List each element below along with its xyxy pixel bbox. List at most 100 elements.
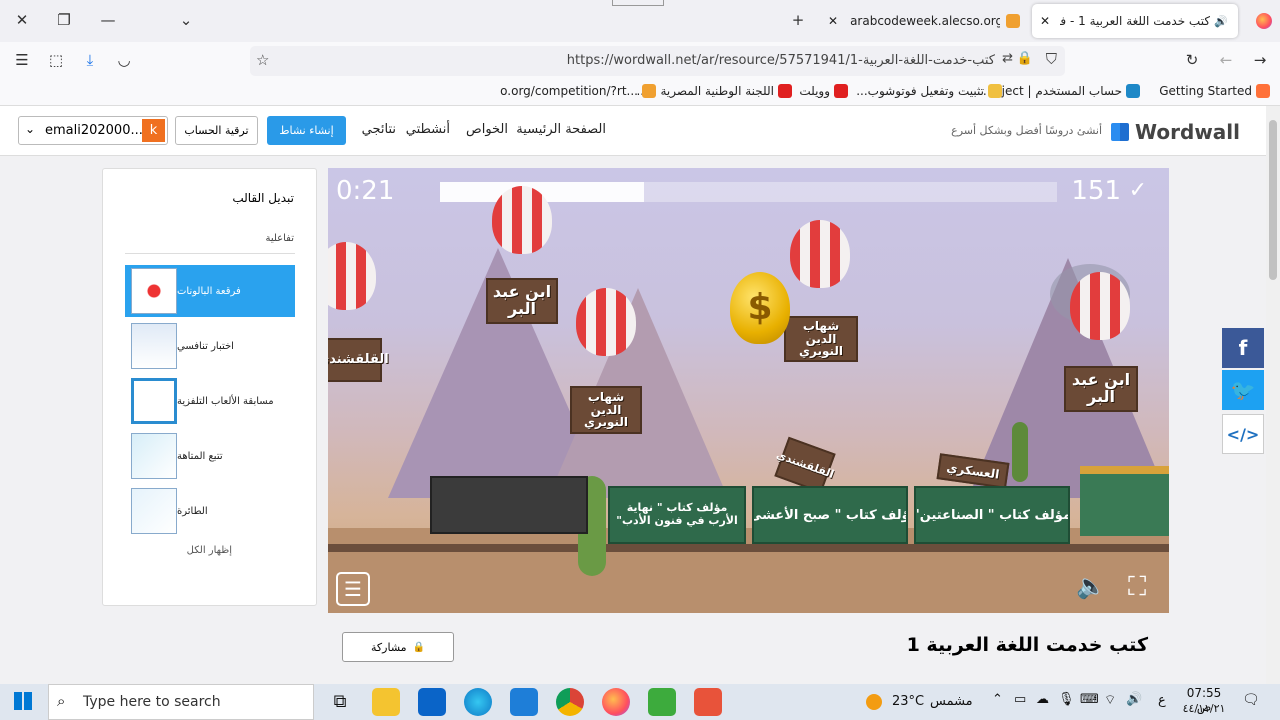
balloon[interactable] — [576, 288, 636, 356]
permissions-icon[interactable]: ⇄ — [1002, 51, 1013, 66]
edge-icon[interactable] — [464, 688, 492, 716]
store-icon[interactable] — [510, 688, 538, 716]
train-car[interactable]: مؤلف كتاب " صبح الأعشى" — [752, 486, 908, 544]
pocket-icon[interactable]: ◡ — [110, 46, 138, 74]
back-icon[interactable]: → — [1246, 46, 1274, 74]
bookmark-item[interactable]: وويلت — [799, 84, 848, 98]
task-view-icon[interactable]: ⧉ — [326, 688, 354, 716]
balloon[interactable] — [328, 242, 376, 310]
language-indicator[interactable]: ع — [1158, 693, 1166, 708]
scroll-thumb[interactable] — [1269, 120, 1277, 280]
balloon[interactable] — [492, 186, 552, 254]
temperature: 23°C — [892, 694, 925, 709]
create-activity-button[interactable]: إنشاء نشاط — [267, 116, 346, 145]
nav-my-results[interactable]: نتائجي — [362, 122, 396, 137]
wordwall-logo[interactable]: Wordwall — [1105, 120, 1240, 144]
mail-icon[interactable] — [418, 688, 446, 716]
balloon[interactable] — [1070, 272, 1130, 340]
bookmarks-bar: Getting Started حساب المستخدم | oject...… — [0, 80, 1280, 106]
game-stage[interactable]: 0:21 151 ✓ ابن عبد البر القلقشندي شهاب ا… — [328, 168, 1169, 613]
cactus — [1012, 422, 1028, 482]
word-crate[interactable]: ابن عبد البر — [1064, 366, 1138, 412]
notifications-icon[interactable]: 🗨 — [1242, 692, 1260, 708]
forward-icon[interactable]: ← — [1212, 46, 1240, 74]
volume-icon[interactable]: 🔊 — [1126, 692, 1142, 707]
clock-date[interactable]: ٤٤/١١/٢١ — [1180, 702, 1228, 715]
camtasia-icon[interactable] — [648, 688, 676, 716]
train-car[interactable]: مؤلف كتاب " الصناعتين" — [914, 486, 1070, 544]
word-crate[interactable]: شهاب الدين النويري — [570, 386, 642, 434]
tab-wordwall[interactable]: ✕ كتب خدمت اللغة العربية 1 - فرقعة 🔊 — [1032, 4, 1238, 38]
url-text[interactable]: https://wordwall.net/ar/resource/5757194… — [567, 53, 995, 68]
close-window-icon[interactable]: ✕ — [8, 6, 36, 34]
falling-crate: القلقشندي — [774, 436, 836, 494]
bookmark-item[interactable]: o.org/competition/?rt... — [500, 84, 656, 98]
user-menu[interactable]: ⌄ emali202000... k — [18, 116, 168, 145]
show-all-link[interactable]: إظهار الكل — [187, 545, 232, 556]
minimize-window-icon[interactable]: — — [94, 6, 122, 34]
tab-close-icon[interactable]: ✕ — [1040, 14, 1050, 28]
word-crate[interactable]: القلقشندي — [328, 338, 389, 382]
start-icon[interactable] — [14, 692, 32, 710]
game-menu-icon[interactable]: ☰ — [336, 572, 370, 606]
speaker-icon[interactable]: 🔊 — [1214, 15, 1228, 28]
url-bar[interactable]: ☆ https://wordwall.net/ar/resource/57571… — [250, 46, 1065, 76]
input-icon[interactable]: ⌨ — [1080, 692, 1099, 707]
bookmark-star-icon[interactable]: ☆ — [256, 51, 269, 69]
reload-icon[interactable]: ↻ — [1178, 46, 1206, 74]
sound-icon[interactable]: 🔈 — [1076, 572, 1106, 600]
template-airplane[interactable]: الطائرة — [125, 485, 295, 537]
nav-my-activities[interactable]: أنشطتي — [406, 122, 450, 137]
panel-title: تبديل القالب — [232, 191, 294, 205]
scrollbar[interactable] — [1266, 106, 1280, 684]
microphone-icon[interactable]: 🎙 — [1058, 692, 1075, 707]
template-balloon-pop[interactable]: فرقعة البالونات — [125, 265, 295, 317]
balloon[interactable] — [790, 220, 850, 288]
list-tabs-icon[interactable]: ⌄ — [172, 6, 200, 34]
coin-balloon-icon[interactable]: $ — [730, 272, 790, 344]
battery-icon[interactable]: ▭ — [1014, 692, 1026, 707]
template-quiz[interactable]: اختبار تنافسي — [125, 320, 295, 372]
fullscreen-icon[interactable]: ⛶ — [1128, 572, 1146, 603]
twitter-share-icon[interactable]: 🐦 — [1222, 370, 1264, 410]
wifi-icon[interactable]: ⌔ — [1104, 692, 1116, 708]
extensions-icon[interactable]: ⬚ — [42, 46, 70, 74]
template-gameshow[interactable]: مسابقة الألعاب التلفزية — [125, 375, 295, 427]
downloads-icon[interactable]: ⤓ — [76, 46, 104, 74]
facebook-share-icon[interactable]: f — [1222, 328, 1264, 368]
shield-icon[interactable]: ⛉ — [1046, 50, 1057, 68]
tab-arabcodeweek[interactable]: ✕ arabcodeweek.alecso.org/com — [820, 4, 1028, 38]
train-car[interactable]: مؤلف كتاب " نهاية الأرب في فنون الأدب" — [608, 486, 746, 544]
upgrade-button[interactable]: ترقية الحساب — [175, 116, 258, 145]
nav-home[interactable]: الصفحة الرئيسية — [516, 122, 606, 137]
file-explorer-icon[interactable] — [372, 688, 400, 716]
word-crate[interactable]: شهاب الدين النويري — [784, 316, 858, 362]
lock-icon[interactable]: 🔒 — [1017, 51, 1033, 66]
tab-close-icon[interactable]: ✕ — [828, 14, 838, 28]
timer: 0:21 — [336, 176, 395, 206]
word-crate[interactable]: ابن عبد البر — [486, 278, 558, 324]
cloud-icon[interactable]: ☁ — [1036, 692, 1049, 707]
embed-icon[interactable]: </> — [1222, 414, 1264, 454]
firefox-icon[interactable] — [1256, 13, 1272, 29]
menu-icon[interactable]: ☰ — [8, 46, 36, 74]
bookmark-label: اللجنة الوطنية المصرية ل... — [636, 84, 774, 98]
bookmark-item[interactable]: حساب المستخدم | oject... — [983, 84, 1140, 98]
bookmark-item[interactable]: تثبيت وتفعيل فوتوشوب... — [856, 84, 1002, 98]
bookmark-label: حساب المستخدم | oject... — [982, 84, 1122, 98]
template-maze[interactable]: تتبع المتاهة — [125, 430, 295, 482]
search-box[interactable]: ⌕ Type here to search — [48, 684, 314, 720]
chrome-icon[interactable] — [556, 688, 584, 716]
share-button[interactable]: مشاركة 🔒 — [342, 632, 454, 662]
nav-features[interactable]: الخواص — [466, 122, 508, 137]
app-icon[interactable] — [694, 688, 722, 716]
bookmark-item[interactable]: Getting Started — [1159, 84, 1270, 98]
restore-window-icon[interactable]: ❐ — [50, 6, 78, 34]
firefox-icon[interactable] — [602, 688, 630, 716]
coal-car — [430, 476, 588, 534]
bookmark-item[interactable]: اللجنة الوطنية المصرية ل... — [636, 84, 792, 98]
new-tab-icon[interactable]: + — [784, 6, 812, 34]
chevron-up-icon[interactable]: ⌃ — [992, 692, 1003, 707]
bookmark-label: o.org/competition/?rt... — [500, 84, 638, 98]
drag-handle[interactable] — [612, 0, 664, 6]
